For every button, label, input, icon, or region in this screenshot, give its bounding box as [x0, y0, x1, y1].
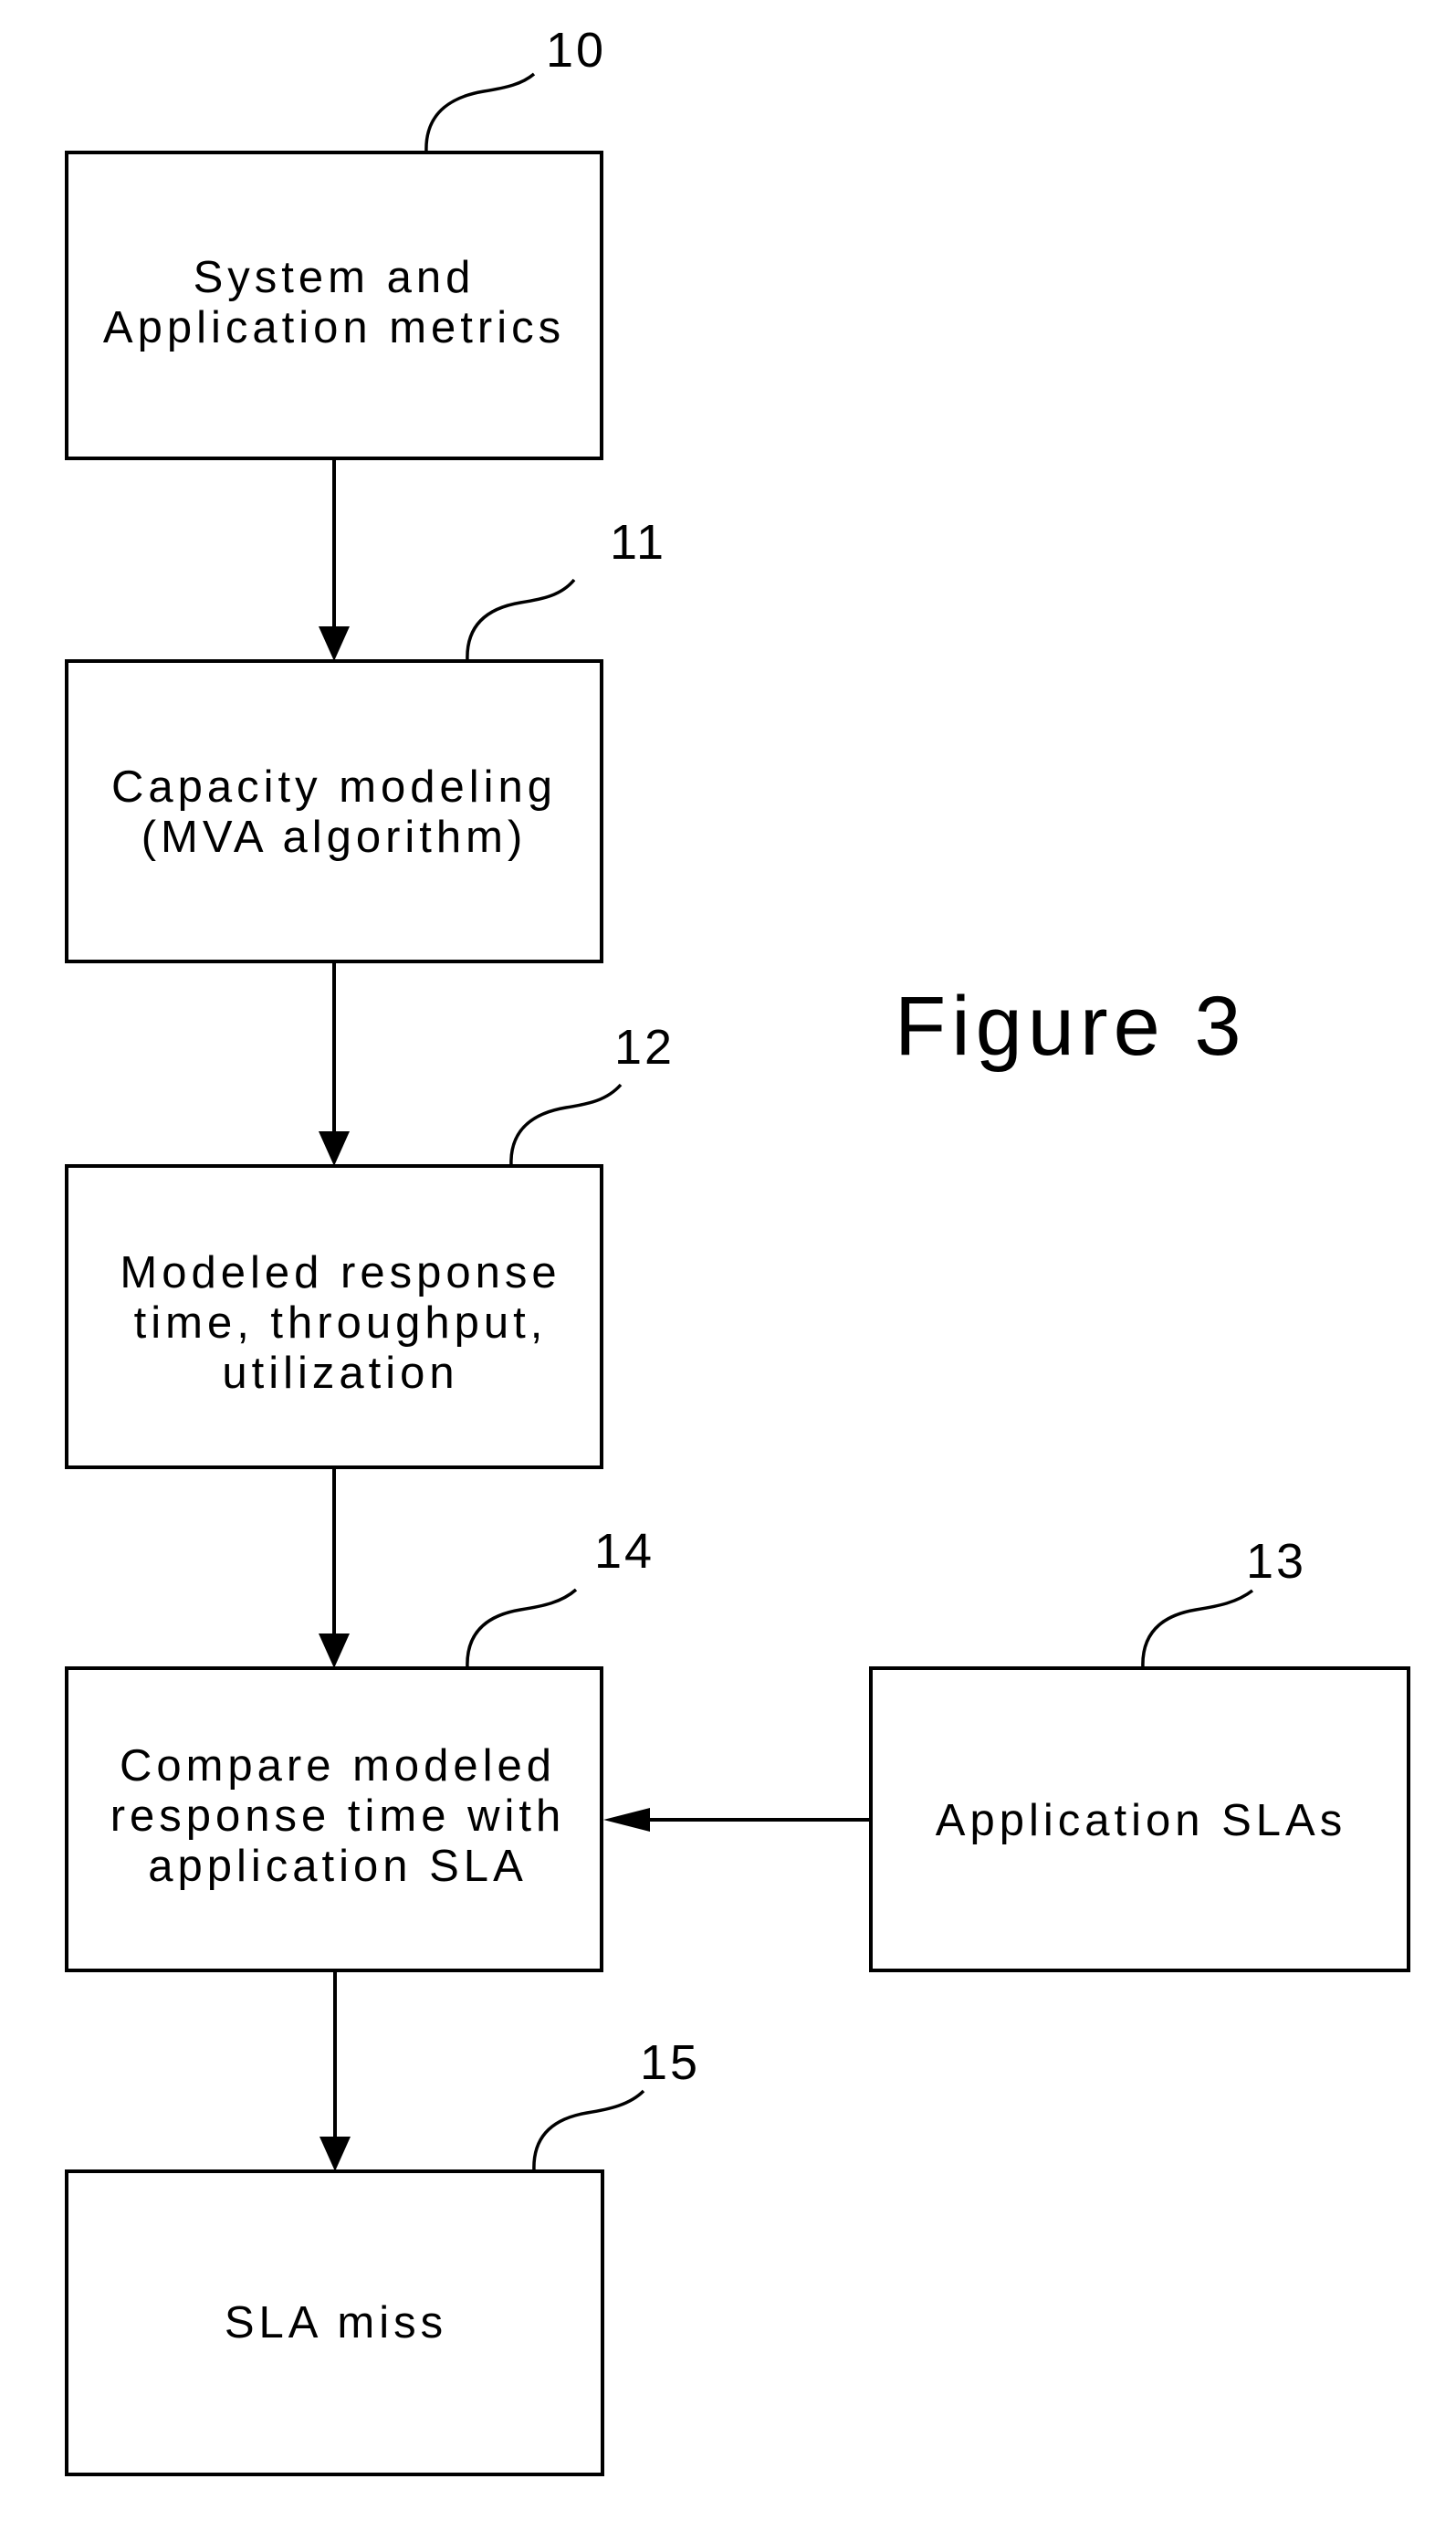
leader-line-10 [424, 72, 536, 153]
ref-numeral: 15 [640, 2035, 700, 2090]
node-label-line: (MVA algorithm) [141, 813, 528, 862]
arrowhead-icon [319, 1633, 350, 1668]
node-label-line: Compare modeled [120, 1741, 556, 1791]
node-label-line: Modeled response [120, 1248, 560, 1297]
ref-numeral: 13 [1246, 1534, 1306, 1589]
leader-line-15 [532, 2089, 645, 2172]
node-application-slas: Application SLAs [869, 1666, 1410, 1972]
flowchart-diagram: System and Application metrics Capacity … [65, 23, 1410, 2476]
ref-numeral: 12 [614, 1020, 675, 1075]
node-label-line: utilization [222, 1349, 458, 1398]
ref-numeral: 11 [610, 515, 666, 570]
node-label-line: time, throughput, [134, 1298, 548, 1348]
arrowhead-icon [319, 1131, 350, 1166]
arrow-12-to-14 [319, 1467, 350, 1668]
figure-title: Figure 3 [895, 980, 1247, 1073]
node-sla-miss: SLA miss [65, 2169, 604, 2476]
node-system-application-metrics: System and Application metrics [65, 151, 603, 460]
node-compare-with-sla: Compare modeled response time with appli… [65, 1666, 603, 1972]
arrow-14-to-15 [319, 1970, 351, 2171]
node-modeled-response-time: Modeled response time, throughput, utili… [65, 1164, 603, 1469]
leader-line-13 [1141, 1589, 1254, 1669]
node-label-line: SLA miss [225, 2298, 447, 2348]
arrow-11-to-12 [319, 961, 350, 1166]
node-label-line: Application SLAs [936, 1796, 1346, 1845]
node-label-line: System and [194, 253, 476, 302]
ref-numeral: 14 [594, 1524, 655, 1579]
node-capacity-modeling: Capacity modeling (MVA algorithm) [65, 659, 603, 963]
leader-line-12 [509, 1083, 623, 1167]
arrow-10-to-11 [319, 458, 350, 661]
arrowhead-icon [319, 626, 350, 661]
node-label-line: Capacity modeling [111, 762, 557, 812]
arrow-13-to-14 [603, 1808, 871, 1832]
arrowhead-icon [319, 2137, 351, 2171]
leader-line-11 [466, 578, 576, 662]
node-label-line: application SLA [148, 1842, 528, 1891]
arrowhead-icon [603, 1808, 650, 1832]
ref-numeral: 10 [546, 23, 606, 78]
leader-line-14 [466, 1588, 578, 1669]
node-label-line: response time with [110, 1791, 566, 1841]
node-label-line: Application metrics [103, 303, 565, 352]
